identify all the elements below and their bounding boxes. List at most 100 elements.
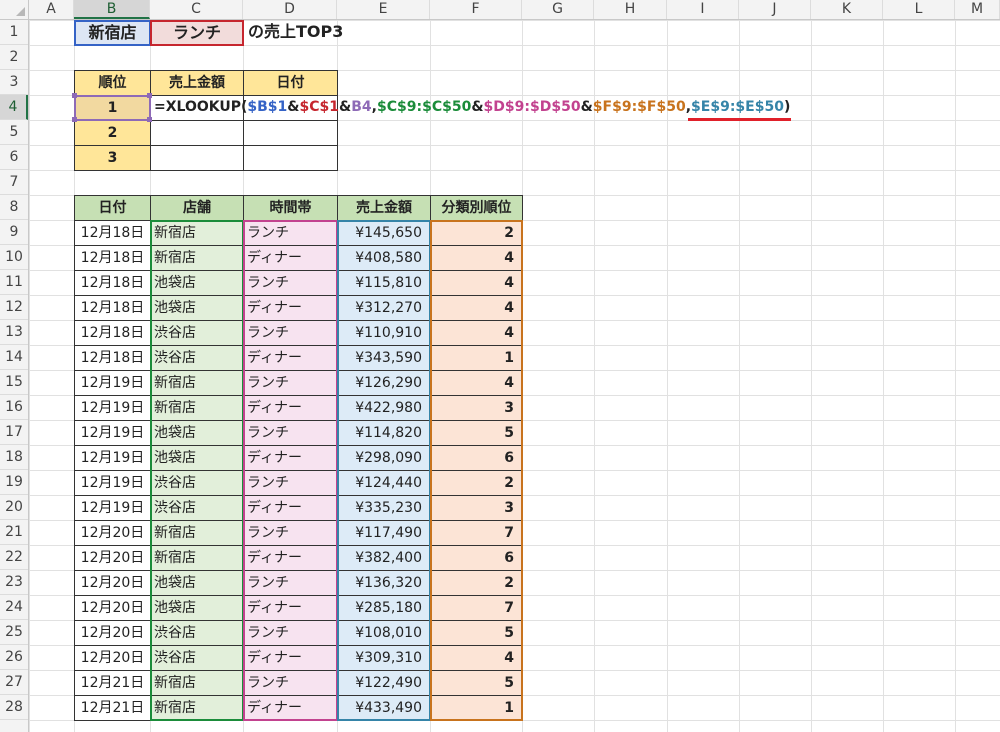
- row-header-16[interactable]: 16: [0, 395, 28, 420]
- data-header-3: 売上金額: [337, 195, 431, 221]
- column-header-c[interactable]: C: [150, 0, 243, 19]
- row-header-7[interactable]: 7: [0, 170, 28, 195]
- row-header-12[interactable]: 12: [0, 295, 28, 320]
- title-timeslot-cell[interactable]: ランチ: [150, 20, 244, 46]
- row-header-1[interactable]: 1: [0, 20, 28, 45]
- data-header-0: 日付: [74, 195, 151, 221]
- data-cell[interactable]: 12月20日: [74, 595, 151, 621]
- row-header-17[interactable]: 17: [0, 420, 28, 445]
- row-header-24[interactable]: 24: [0, 595, 28, 620]
- row-header-27[interactable]: 27: [0, 670, 28, 695]
- spreadsheet-grid[interactable]: A B C D E F G H I J K L M 1 2 3 4 5 6 7 8 9 10 11 12 13 14 15 16 17 18…: [0, 0, 1000, 732]
- gridline-vertical: [667, 20, 668, 732]
- formula-token: $F$9:$F$50: [592, 99, 686, 115]
- top3-amount-cell[interactable]: [150, 145, 244, 171]
- data-header-1: 店舗: [150, 195, 244, 221]
- range-handle-icon[interactable]: [147, 93, 152, 98]
- range-handle-icon[interactable]: [72, 93, 77, 98]
- data-cell[interactable]: 12月19日: [74, 495, 151, 521]
- formula-token: &: [287, 99, 300, 115]
- row-header-2[interactable]: 2: [0, 45, 28, 70]
- row-header-19[interactable]: 19: [0, 470, 28, 495]
- data-cell[interactable]: 12月18日: [74, 345, 151, 371]
- select-all-button[interactable]: [0, 0, 29, 20]
- data-cell[interactable]: 12月18日: [74, 295, 151, 321]
- formula-token: $B$1: [247, 99, 288, 115]
- column-header-b[interactable]: B: [74, 0, 150, 19]
- data-cell[interactable]: 12月20日: [74, 570, 151, 596]
- data-cell[interactable]: 12月21日: [74, 670, 151, 696]
- formula-token: ): [783, 99, 791, 115]
- column-header-m[interactable]: M: [955, 0, 1000, 19]
- data-cell[interactable]: 12月18日: [74, 270, 151, 296]
- title-store-cell[interactable]: 新宿店: [74, 20, 151, 46]
- data-cell[interactable]: 12月18日: [74, 245, 151, 271]
- formula-token: $D$9:$D$50: [483, 99, 581, 115]
- row-header-10[interactable]: 10: [0, 245, 28, 270]
- row-header-14[interactable]: 14: [0, 345, 28, 370]
- formula-text[interactable]: =XLOOKUP($B$1&$C$1&B4,$C$9:$C$50&$D$9:$D…: [154, 98, 790, 116]
- formula-token: $E$9:$E$50: [691, 99, 784, 115]
- gridline-vertical: [955, 20, 956, 732]
- formula-range-outline: [150, 220, 244, 721]
- data-cell[interactable]: 12月20日: [74, 620, 151, 646]
- data-cell[interactable]: 12月20日: [74, 645, 151, 671]
- row-header-4[interactable]: 4: [0, 95, 28, 120]
- data-cell[interactable]: 12月19日: [74, 370, 151, 396]
- row-header-21[interactable]: 21: [0, 520, 28, 545]
- formula-range-outline: [337, 220, 431, 721]
- top3-date-cell[interactable]: [243, 145, 338, 171]
- row-header-18[interactable]: 18: [0, 445, 28, 470]
- row-header-6[interactable]: 6: [0, 145, 28, 170]
- formula-token: $C$9:$C$50: [376, 99, 472, 115]
- data-cell[interactable]: 12月19日: [74, 420, 151, 446]
- column-header-j[interactable]: J: [739, 0, 811, 19]
- title-suffix-text: の売上TOP3: [248, 22, 344, 41]
- data-cell[interactable]: 12月21日: [74, 695, 151, 721]
- formula-range-outline: [430, 220, 523, 721]
- row-header-3[interactable]: 3: [0, 70, 28, 95]
- gridline-vertical: [29, 20, 30, 732]
- range-handle-icon[interactable]: [72, 117, 77, 122]
- row-header-22[interactable]: 22: [0, 545, 28, 570]
- top3-header-0: 順位: [74, 70, 151, 96]
- data-cell[interactable]: 12月18日: [74, 320, 151, 346]
- gridline-vertical: [883, 20, 884, 732]
- formula-token: =XLOOKUP(: [154, 99, 248, 115]
- top3-header-1: 売上金額: [150, 70, 244, 96]
- column-header-e[interactable]: E: [337, 0, 430, 19]
- row-header-23[interactable]: 23: [0, 570, 28, 595]
- column-header-h[interactable]: H: [594, 0, 667, 19]
- formula-token: &: [580, 99, 593, 115]
- row-header-9[interactable]: 9: [0, 220, 28, 245]
- range-handle-icon[interactable]: [147, 117, 152, 122]
- data-cell[interactable]: 12月19日: [74, 395, 151, 421]
- row-header-11[interactable]: 11: [0, 270, 28, 295]
- column-header-l[interactable]: L: [883, 0, 955, 19]
- data-cell[interactable]: 12月20日: [74, 545, 151, 571]
- top3-date-cell[interactable]: [243, 120, 338, 146]
- data-cell[interactable]: 12月19日: [74, 445, 151, 471]
- column-header-g[interactable]: G: [522, 0, 594, 19]
- top3-amount-cell[interactable]: [150, 120, 244, 146]
- rank-cell-2[interactable]: 2: [74, 120, 151, 146]
- data-cell[interactable]: 12月19日: [74, 470, 151, 496]
- column-header-a[interactable]: A: [29, 0, 74, 19]
- column-header-k[interactable]: K: [811, 0, 883, 19]
- formula-range-outline: [243, 220, 338, 721]
- row-header-15[interactable]: 15: [0, 370, 28, 395]
- data-cell[interactable]: 12月18日: [74, 220, 151, 246]
- row-header-26[interactable]: 26: [0, 645, 28, 670]
- rank-cell-3[interactable]: 3: [74, 145, 151, 171]
- row-header-20[interactable]: 20: [0, 495, 28, 520]
- data-cell[interactable]: 12月20日: [74, 520, 151, 546]
- row-header-8[interactable]: 8: [0, 195, 28, 220]
- formula-token: $C$1: [299, 99, 340, 115]
- column-header-d[interactable]: D: [243, 0, 337, 19]
- row-header-28[interactable]: 28: [0, 695, 28, 720]
- column-header-f[interactable]: F: [430, 0, 522, 19]
- row-header-5[interactable]: 5: [0, 120, 28, 145]
- row-header-13[interactable]: 13: [0, 320, 28, 345]
- column-header-i[interactable]: I: [667, 0, 739, 19]
- row-header-25[interactable]: 25: [0, 620, 28, 645]
